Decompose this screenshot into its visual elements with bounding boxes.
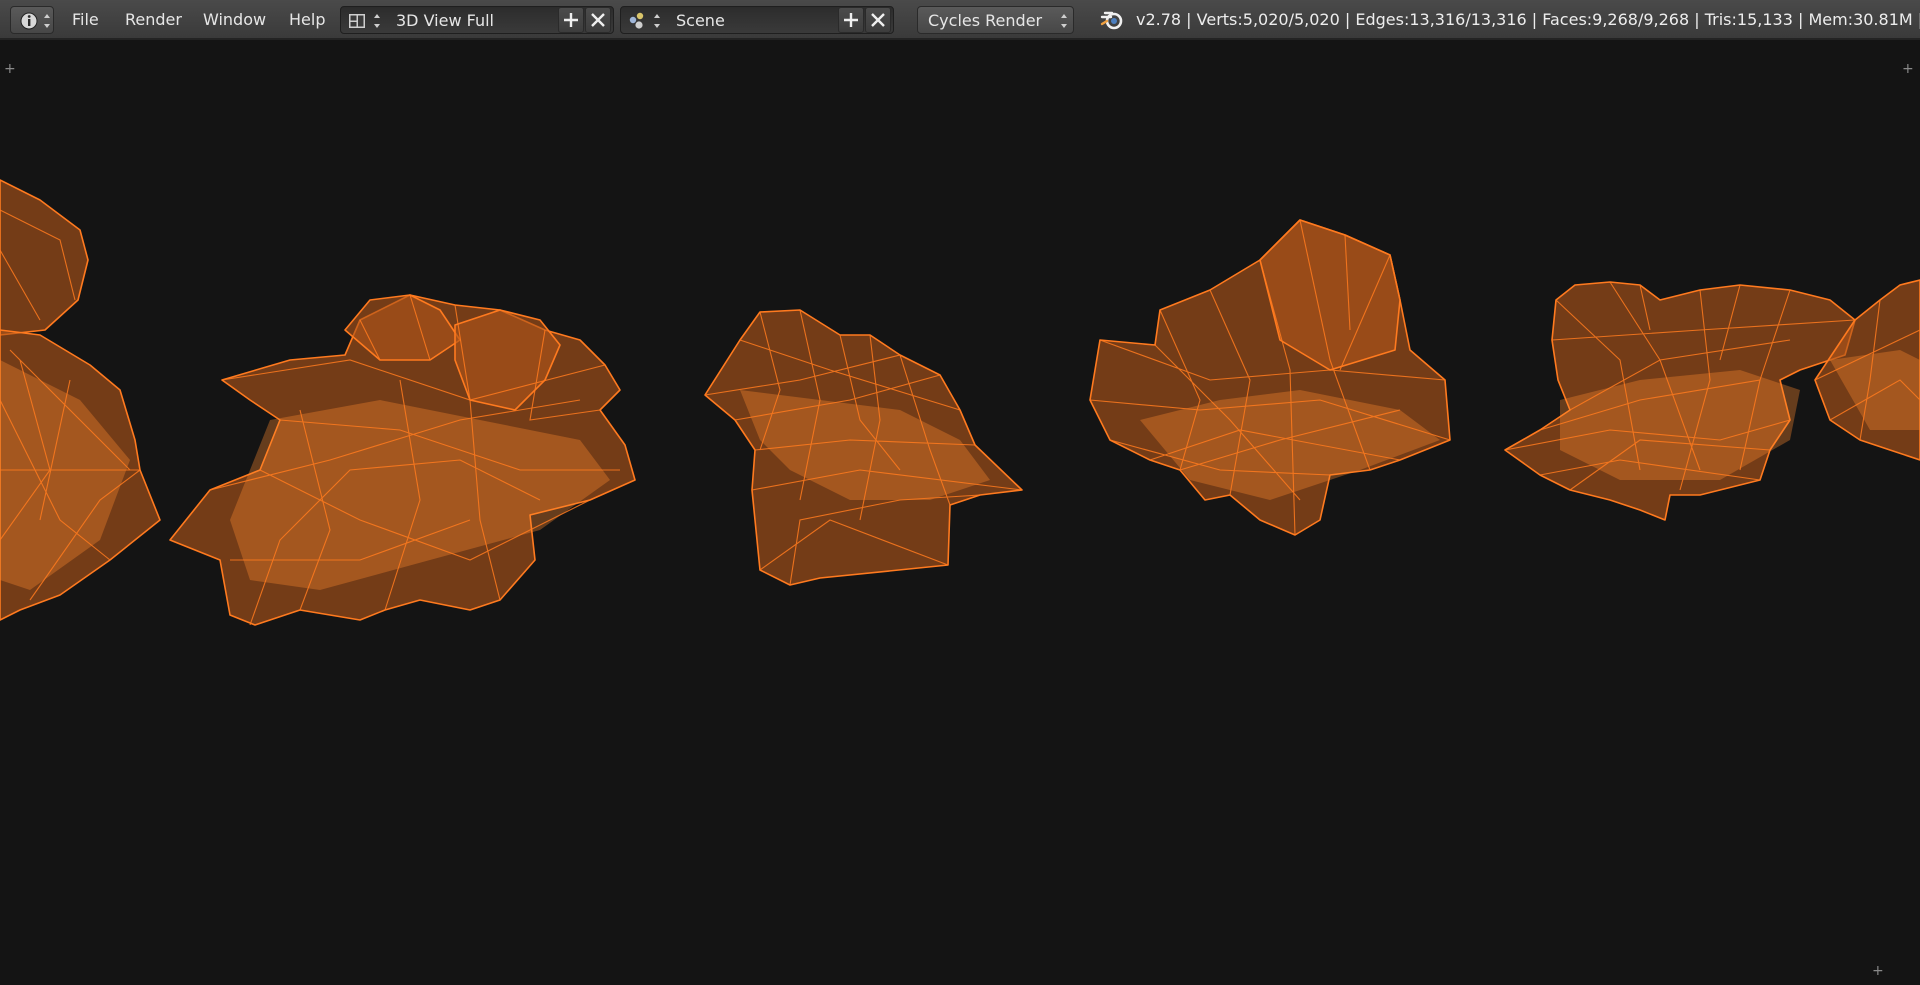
add-scene-button[interactable] <box>838 7 864 33</box>
scene-arrows-icon <box>651 7 663 33</box>
render-engine-value: Cycles Render <box>928 11 1043 30</box>
scene-value: Scene <box>676 11 725 30</box>
info-icon <box>19 11 39 35</box>
add-layout-button[interactable] <box>558 7 584 33</box>
layout-arrows-icon <box>371 7 383 33</box>
close-icon <box>591 13 605 27</box>
render-engine-selector[interactable]: Cycles Render <box>917 6 1074 34</box>
fracture-chunk-group-4[interactable] <box>1089 219 1451 536</box>
info-header: File Render Window Help 3D View Full Sce… <box>0 0 1920 40</box>
fracture-chunk-group-3[interactable] <box>704 309 1023 586</box>
fracture-chunk-group-2[interactable] <box>169 294 636 626</box>
screen-layout-value: 3D View Full <box>396 11 494 30</box>
menu-file[interactable]: File <box>72 0 99 38</box>
scene-statistics: v2.78 | Verts:5,020/5,020 | Edges:13,316… <box>1136 10 1920 29</box>
viewport-canvas: .chunk { fill:#b0561a; fill-opacity:0.62… <box>0 179 1920 626</box>
fracture-chunk-group-5[interactable] <box>1504 279 1920 521</box>
blender-logo-icon <box>1100 9 1124 35</box>
render-engine-arrows-icon <box>1058 7 1070 35</box>
viewport-corner-top-right-icon[interactable]: + <box>1902 62 1914 76</box>
delete-layout-button[interactable] <box>585 7 611 33</box>
menu-window[interactable]: Window <box>203 0 266 38</box>
viewport-corner-top-left-icon[interactable]: + <box>4 62 16 76</box>
menu-help[interactable]: Help <box>289 0 325 38</box>
delete-scene-button[interactable] <box>865 7 891 33</box>
plus-icon <box>564 13 578 27</box>
plus-icon <box>844 13 858 27</box>
3d-viewport[interactable]: + + + .chunk { fill:#b0561a; fill-opacit… <box>0 40 1920 981</box>
viewport-corner-bottom-right-icon[interactable]: + <box>1872 964 1884 978</box>
close-icon <box>871 13 885 27</box>
fracture-chunk-group-1[interactable] <box>0 179 161 621</box>
editor-type-button[interactable] <box>10 6 54 34</box>
editor-type-arrows-icon <box>41 7 53 35</box>
layout-grid-icon <box>347 11 367 33</box>
scene-objects-icon <box>627 11 647 33</box>
menu-render[interactable]: Render <box>125 0 182 38</box>
